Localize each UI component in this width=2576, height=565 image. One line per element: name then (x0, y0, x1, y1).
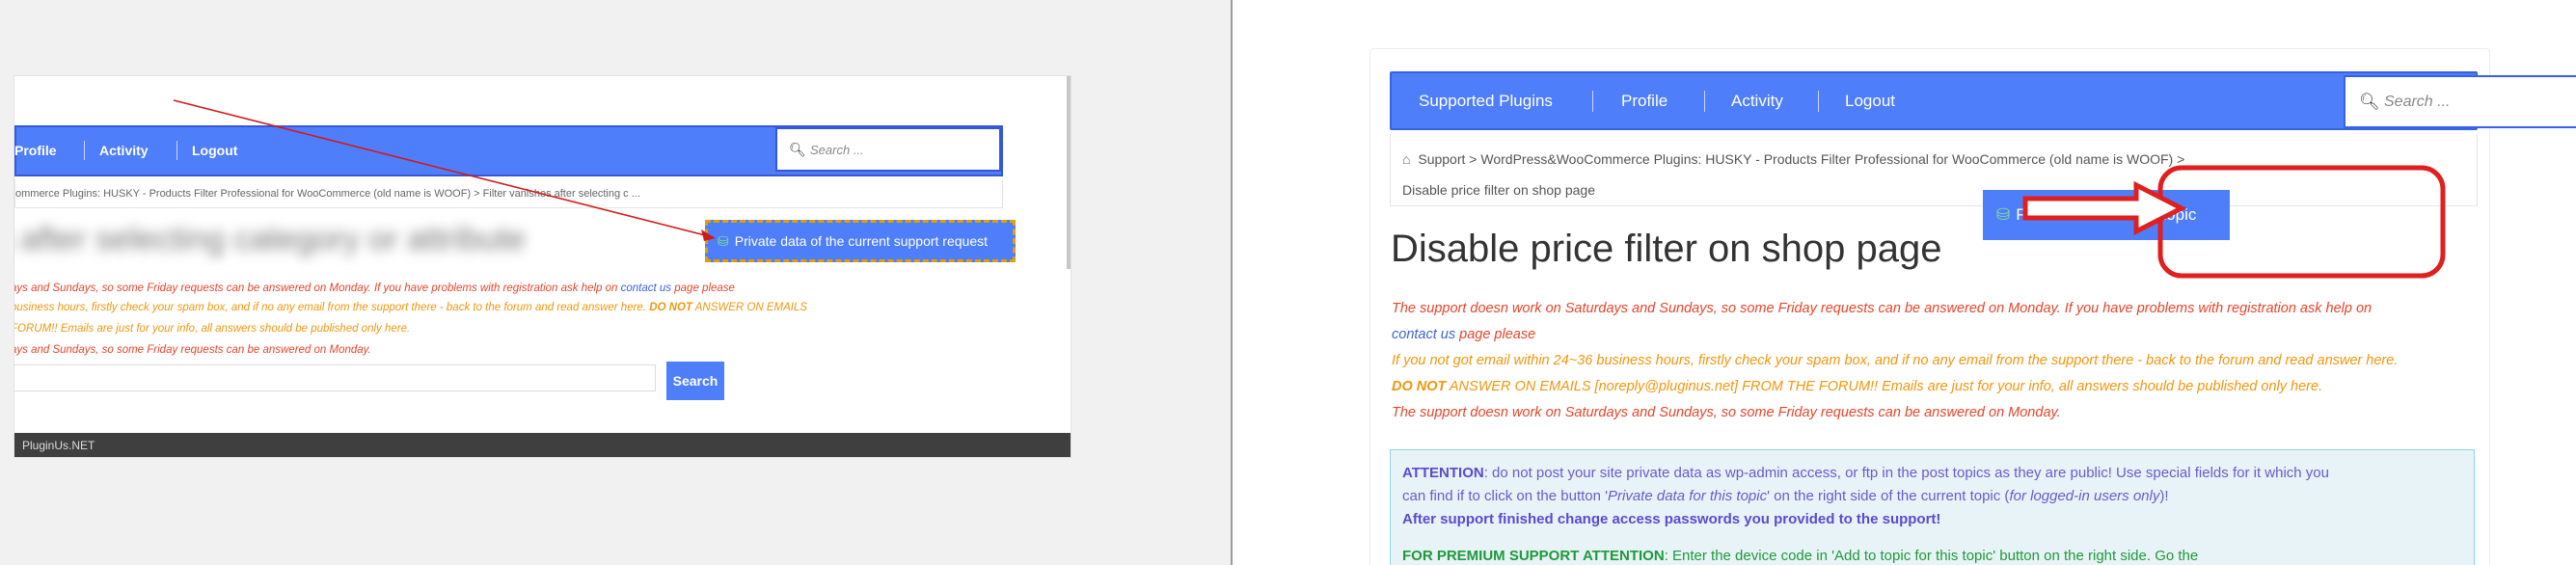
breadcrumb-separator: > (1469, 151, 1478, 167)
left-topic-title-blurred: s after selecting category or attribute (14, 221, 526, 257)
left-screenshot-pane: Profile Activity Logout 🔍︎ Search ... om… (0, 0, 1231, 565)
right-nav-logout[interactable]: Logout (1845, 92, 1895, 111)
left-scrollbar[interactable] (1067, 76, 1071, 269)
attention-line-2: can find if to click on the button 'Priv… (1402, 485, 2462, 508)
right-nav-separator (1704, 91, 1705, 112)
breadcrumb-forum[interactable]: WordPress&WooCommerce Plugins: HUSKY - P… (1480, 151, 2173, 167)
left-search-placeholder: Search ... (810, 143, 864, 157)
left-notice-line-1: ays and Sundays, so some Friday requests… (14, 282, 735, 294)
database-icon: ⛁ (1996, 205, 2011, 224)
left-private-data-label: Private data of the current support requ… (734, 233, 988, 249)
right-notice-do-not: DO NOT (1392, 379, 1447, 394)
right-nav-profile[interactable]: Profile (1621, 92, 1668, 111)
right-nav-separator (1592, 91, 1593, 112)
left-nav-separator (176, 141, 177, 160)
premium-text: : Enter the device code in 'Add to topic… (1664, 548, 2199, 564)
breadcrumb-separator: > (2177, 151, 2185, 167)
right-nav-bar: Supported Plugins Profile Activity Logou… (1390, 71, 2576, 130)
left-private-data-button[interactable]: ⛁ Private data of the current support req… (705, 220, 1016, 262)
premium-label: FOR PREMIUM SUPPORT ATTENTION (1402, 548, 1665, 564)
breadcrumb-home[interactable]: Support (1418, 151, 1465, 167)
right-notice-line-2: contact us page please (1392, 327, 1535, 342)
right-nav-separator (1818, 91, 1819, 112)
home-icon: ⌂ (1402, 151, 1411, 167)
breadcrumb-topic: Disable price filter on shop page (1402, 182, 1596, 198)
attention-line-1: ATTENTION: do not post your site private… (1402, 462, 2462, 485)
right-notice-text: ANSWER ON EMAILS [noreply@pluginus.net] … (1449, 379, 2323, 394)
attention-bold: After support finished change access pas… (1402, 511, 1941, 527)
page-title: Disable price filter on shop page (1391, 228, 1942, 270)
attention-emphasis: Private data for this topic (1608, 488, 1768, 504)
right-nav-supported-plugins[interactable]: Supported Plugins (1419, 92, 1553, 111)
left-breadcrumb: ommerce Plugins: HUSKY - Products Filter… (14, 179, 1003, 208)
attention-emphasis: for logged-in users only (2009, 488, 2160, 504)
right-private-data-button[interactable]: ⛁ Private data for this topic (1983, 190, 2230, 240)
search-icon: 🔍︎ (789, 142, 806, 157)
left-footer-text: PluginUs.NET (22, 439, 95, 452)
right-private-data-label: Private data for this topic (2016, 205, 2197, 224)
left-nav-profile[interactable]: Profile (14, 143, 57, 158)
right-search-input[interactable]: 🔍︎ Search ... (2344, 75, 2576, 128)
attention-premium-line: FOR PREMIUM SUPPORT ATTENTION: Enter the… (1402, 545, 2462, 565)
left-footer: PluginUs.NET (14, 433, 1071, 457)
left-notice-text: ays and Sundays, so some Friday requests… (14, 282, 618, 294)
attention-text: )! (2159, 488, 2169, 504)
left-nav-logout[interactable]: Logout (192, 143, 237, 158)
left-reply-input[interactable] (14, 364, 656, 391)
attention-text: can find if to click on the button ' (1402, 488, 1608, 504)
left-search-button[interactable]: Search (666, 362, 724, 400)
left-notice-line-3: FORUM!! Emails are just for your info, a… (14, 323, 411, 335)
attention-label: ATTENTION (1402, 465, 1484, 481)
right-notice-line-4: DO NOT ANSWER ON EMAILS [noreply@pluginu… (1392, 379, 2322, 394)
right-notice-text: page please (1459, 327, 1536, 342)
search-icon: 🔍︎ (2359, 93, 2380, 111)
left-notice-line-2: business hours, firstly check your spam … (14, 302, 807, 313)
attention-text: : do not post your site private data as … (1483, 465, 2329, 481)
left-nav-activity[interactable]: Activity (99, 143, 149, 158)
left-notice-text: page please (674, 282, 735, 294)
left-notice-text: ANSWER ON EMAILS (694, 302, 808, 313)
attention-box: ATTENTION: do not post your site private… (1390, 449, 2475, 565)
attention-text: ' on the right side of the current topic… (1767, 488, 2010, 504)
right-notice-line-1: The support doesn work on Saturdays and … (1392, 301, 2373, 316)
right-breadcrumb: ⌂ Support > WordPress&WooCommerce Plugin… (1390, 134, 2478, 206)
left-page-frame: Profile Activity Logout 🔍︎ Search ... om… (14, 75, 1071, 458)
right-search-placeholder: Search ... (2384, 94, 2451, 110)
left-notice-line-4: ays and Sundays, so some Friday requests… (14, 344, 371, 356)
right-contact-link[interactable]: contact us (1392, 327, 1455, 342)
right-notice-line-5: The support doesn work on Saturdays and … (1392, 405, 2061, 420)
right-nav-activity[interactable]: Activity (1731, 92, 1783, 111)
left-nav-separator (84, 141, 85, 160)
left-notice-text: business hours, firstly check your spam … (14, 302, 647, 313)
right-notice-line-3: If you not got email within 24~36 busine… (1392, 353, 2399, 368)
left-search-input[interactable]: 🔍︎ Search ... (775, 127, 1001, 172)
database-icon: ⛁ (718, 233, 729, 249)
attention-line-3: After support finished change access pas… (1402, 508, 2462, 531)
left-contact-link[interactable]: contact us (621, 282, 671, 294)
left-notice-do-not: DO NOT (649, 302, 692, 313)
